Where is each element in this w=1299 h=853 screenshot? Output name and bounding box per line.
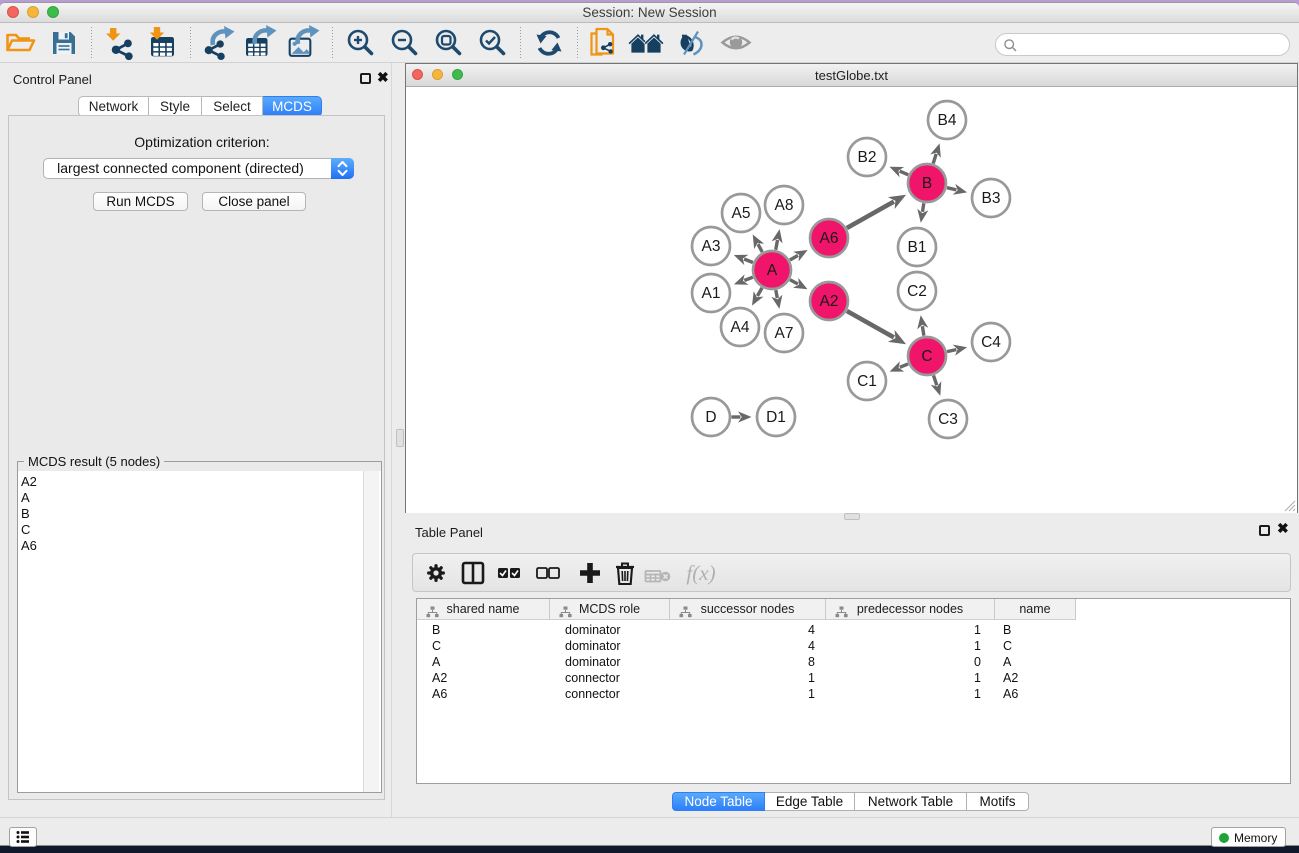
svg-text:B4: B4 [938,112,957,129]
svg-text:C3: C3 [938,411,958,428]
svg-text:A1: A1 [702,285,721,302]
svg-text:B3: B3 [982,190,1001,207]
svg-text:A5: A5 [732,205,751,222]
svg-text:B1: B1 [908,239,927,256]
svg-text:B: B [922,175,932,192]
svg-text:C: C [921,348,932,365]
svg-text:A3: A3 [702,238,721,255]
svg-text:A7: A7 [775,325,794,342]
svg-text:A4: A4 [731,319,750,336]
svg-text:A2: A2 [820,293,839,310]
svg-text:A6: A6 [820,230,839,247]
svg-text:D1: D1 [766,409,786,426]
svg-text:A8: A8 [775,197,794,214]
svg-text:B2: B2 [858,149,877,166]
svg-text:A: A [767,262,778,279]
svg-text:C1: C1 [857,373,877,390]
svg-text:C2: C2 [907,283,927,300]
svg-text:f(x): f(x) [686,561,715,585]
svg-text:D: D [705,409,716,426]
svg-text:C4: C4 [981,334,1001,351]
